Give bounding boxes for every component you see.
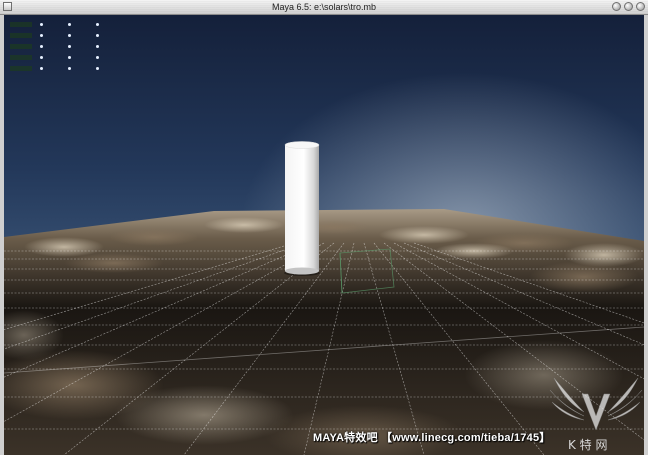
- hud-dot: [40, 23, 43, 26]
- hud-row: [10, 55, 120, 63]
- hud-dot: [68, 34, 71, 37]
- hud-dot: [96, 34, 99, 37]
- hud-row: [10, 22, 120, 30]
- watermark-logo-caption: K 特 网: [568, 438, 608, 452]
- hud-dot: [96, 67, 99, 70]
- title-bar[interactable]: Maya 6.5: e:\solars\tro.mb: [0, 0, 648, 15]
- hud-dot: [40, 56, 43, 59]
- watermark-text: MAYA特效吧 【www.linecg.com/tieba/1745】: [313, 432, 551, 444]
- heads-up-display: [10, 22, 120, 78]
- window-title: Maya 6.5: e:\solars\tro.mb: [271, 2, 377, 12]
- cylinder-object: [284, 141, 320, 275]
- hud-dot: [96, 45, 99, 48]
- hud-label: [10, 55, 32, 60]
- hud-row: [10, 33, 120, 41]
- hud-dot: [40, 67, 43, 70]
- hud-label: [10, 66, 32, 71]
- hud-dot: [40, 45, 43, 48]
- hud-dot: [40, 34, 43, 37]
- hud-label: [10, 44, 32, 49]
- hud-label: [10, 22, 32, 27]
- hud-label: [10, 33, 32, 38]
- hud-dot: [68, 23, 71, 26]
- hud-dot: [68, 45, 71, 48]
- maya-window: Maya 6.5: e:\solars\tro.mb K 特 网 MAYA特效吧…: [0, 0, 648, 455]
- hud-dot: [96, 23, 99, 26]
- close-button[interactable]: [636, 2, 645, 11]
- zoom-button[interactable]: [624, 2, 633, 11]
- hud-dot: [68, 67, 71, 70]
- hud-dot: [96, 56, 99, 59]
- hud-dot: [68, 56, 71, 59]
- minimize-button[interactable]: [612, 2, 621, 11]
- hud-row: [10, 66, 120, 74]
- hud-row: [10, 44, 120, 52]
